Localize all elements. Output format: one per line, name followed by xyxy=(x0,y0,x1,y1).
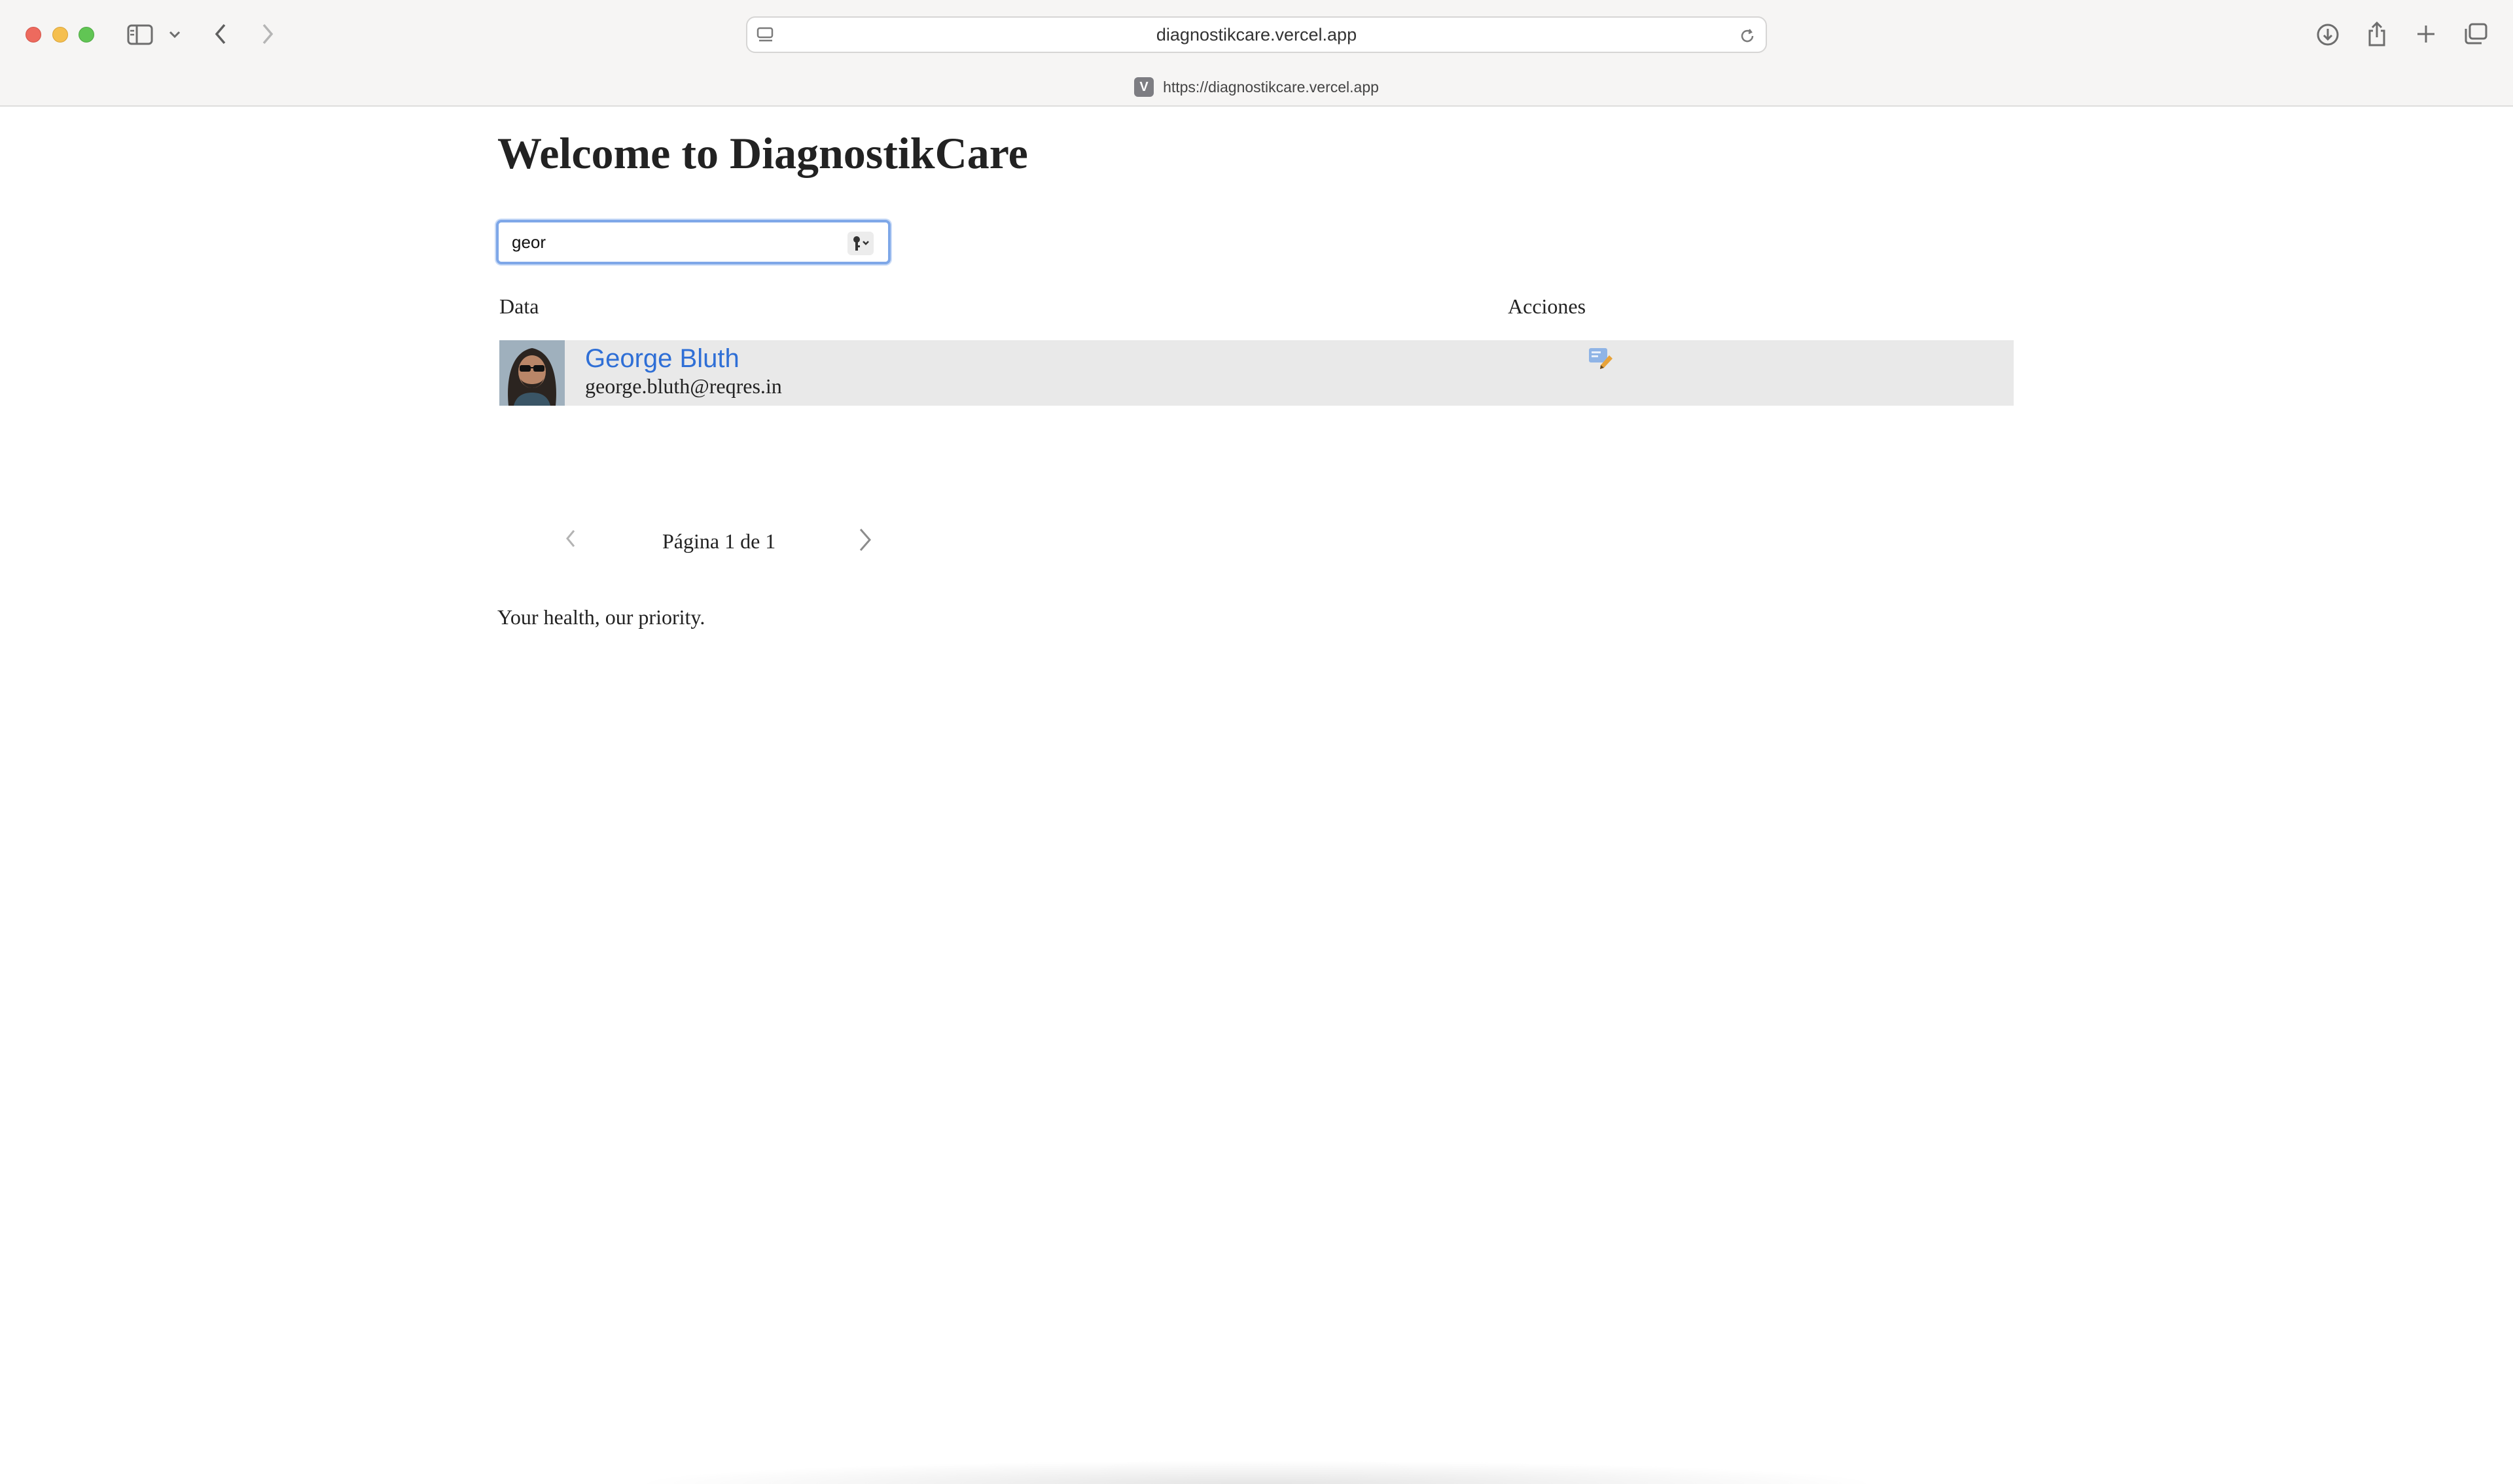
edit-icon[interactable] xyxy=(1588,345,1614,370)
search-input[interactable] xyxy=(510,229,838,255)
user-email: george.bluth@reqres.in xyxy=(585,374,782,398)
pagination: Página 1 de 1 xyxy=(497,514,916,566)
window-minimize-button[interactable] xyxy=(52,27,68,43)
column-header-data: Data xyxy=(499,294,539,318)
active-tab[interactable]: V https://diagnostikcare.vercel.app xyxy=(0,68,2513,106)
page-title: Welcome to DiagnostikCare xyxy=(497,128,1028,178)
next-page-icon[interactable] xyxy=(857,527,873,556)
column-header-actions: Acciones xyxy=(1508,294,1586,318)
user-name-link[interactable]: George Bluth xyxy=(585,344,740,374)
address-bar[interactable]: diagnostikcare.vercel.app xyxy=(746,16,1767,53)
previous-page-icon[interactable] xyxy=(564,528,577,552)
tab-overview-icon[interactable] xyxy=(2462,21,2489,47)
pagination-label: Página 1 de 1 xyxy=(662,529,776,553)
page-content: Welcome to DiagnostikCare Data Acciones xyxy=(0,108,2513,1484)
reload-icon[interactable] xyxy=(1738,27,1756,48)
address-text[interactable]: diagnostikcare.vercel.app xyxy=(747,18,1766,52)
tab-title: https://diagnostikcare.vercel.app xyxy=(1163,78,1379,96)
share-icon[interactable] xyxy=(2364,20,2390,48)
chevron-down-icon[interactable] xyxy=(166,26,183,43)
browser-toolbar: diagnostikcare.vercel.app V https://diag… xyxy=(0,0,2513,107)
forward-arrow-icon[interactable] xyxy=(257,21,279,47)
favicon-icon: V xyxy=(1134,77,1154,97)
search-field[interactable] xyxy=(496,220,891,264)
new-tab-icon[interactable] xyxy=(2414,22,2438,46)
download-icon[interactable] xyxy=(2314,21,2342,48)
sidebar-icon[interactable] xyxy=(126,22,154,47)
table-row: George Bluth george.bluth@reqres.in xyxy=(499,340,2014,406)
window-maximize-button[interactable] xyxy=(79,27,94,43)
window-close-button[interactable] xyxy=(26,27,41,43)
avatar xyxy=(499,340,565,406)
back-arrow-icon[interactable] xyxy=(209,21,232,47)
tagline: Your health, our priority. xyxy=(497,605,705,629)
password-key-icon[interactable] xyxy=(847,232,874,255)
window-bottom-shadow xyxy=(628,1460,1885,1484)
